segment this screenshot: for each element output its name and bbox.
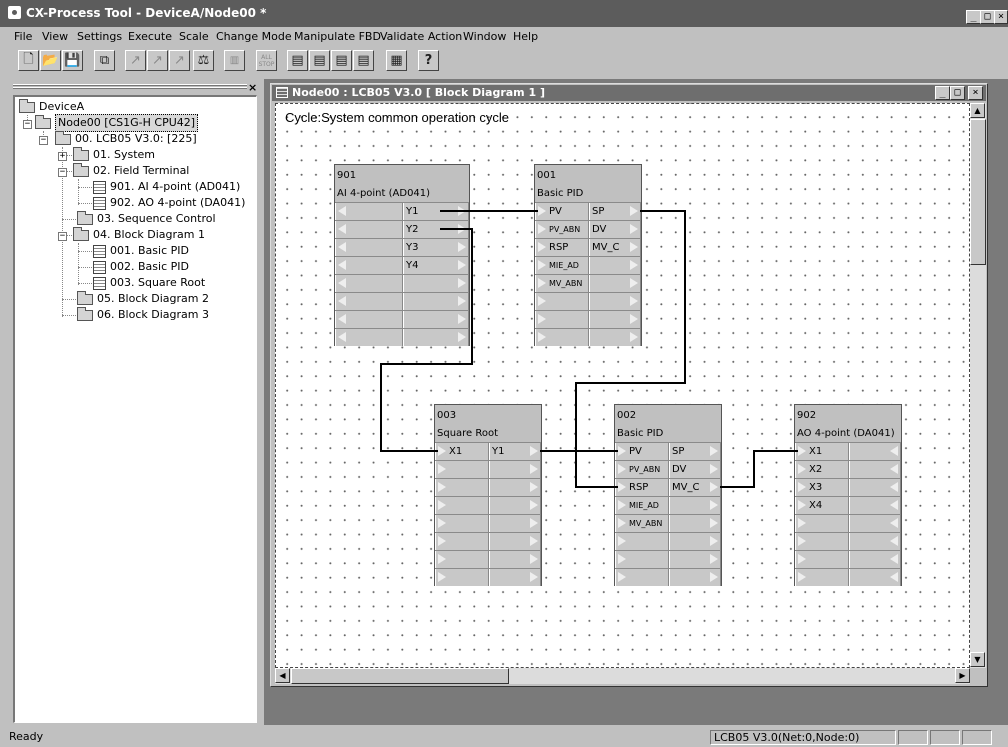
status-panel — [898, 730, 928, 745]
horizontal-scroll-thumb[interactable] — [291, 668, 509, 684]
vertical-scroll-thumb[interactable] — [970, 119, 986, 265]
status-node-info: LCB05 V3.0(Net:0,Node:0) — [710, 730, 896, 745]
status-panel — [962, 730, 992, 745]
scroll-down-button[interactable]: ▼ — [970, 652, 985, 667]
scroll-up-button[interactable]: ▲ — [970, 103, 985, 118]
wire-901y2-to-003x1 — [380, 228, 473, 452]
scroll-left-button[interactable]: ◀ — [275, 668, 290, 683]
wire-001sp-to-002rsp — [575, 210, 686, 488]
scroll-right-button[interactable]: ▶ — [955, 668, 970, 683]
horizontal-scrollbar[interactable]: ◀ ▶ — [275, 668, 970, 684]
status-bar: Ready LCB05 V3.0(Net:0,Node:0) — [0, 728, 1008, 747]
connection-wires — [380, 210, 798, 488]
wire-002mvc-to-902x1 — [720, 450, 798, 488]
size-grip[interactable] — [970, 668, 986, 684]
status-panel — [930, 730, 960, 745]
status-text: Ready — [9, 730, 44, 743]
vertical-scrollbar[interactable]: ▲ ▼ — [970, 103, 986, 668]
